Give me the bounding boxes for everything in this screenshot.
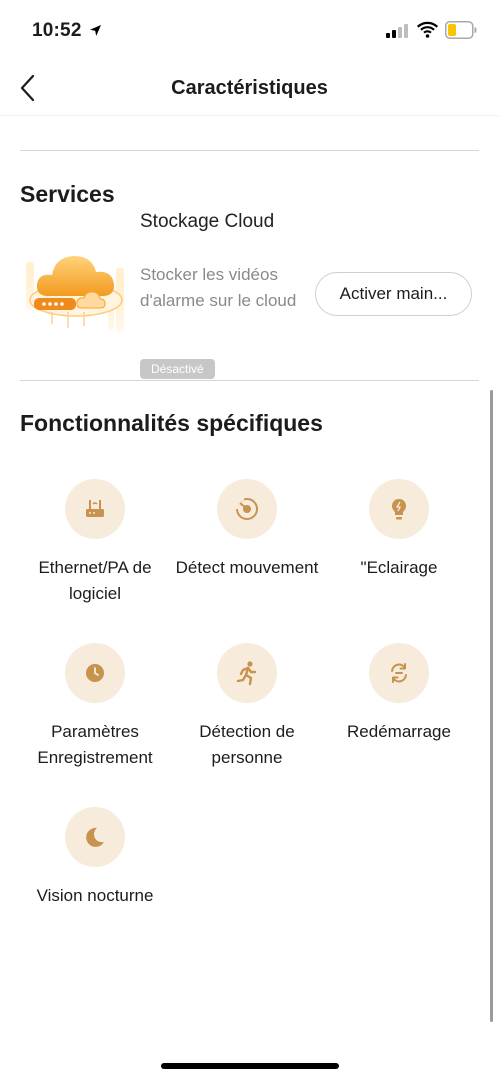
feature-icon-bg (65, 643, 125, 703)
status-badge: Désactivé (140, 359, 215, 379)
scrollbar[interactable] (490, 390, 493, 1022)
feature-label: Détect mouvement (175, 558, 319, 577)
restart-icon (391, 663, 407, 683)
motion-detect-icon (235, 497, 258, 520)
status-bar: 10:52 (0, 0, 499, 62)
feature-ethernet[interactable]: Ethernet/PA de logiciel (17, 479, 173, 607)
wifi-icon (417, 21, 438, 38)
status-time: 10:52 (32, 20, 82, 41)
feature-label: Ethernet/PA de logiciel (38, 558, 152, 603)
cellular-signal-icon (386, 24, 408, 38)
feature-icon-bg (217, 479, 277, 539)
feature-icon-bg (65, 807, 125, 867)
moon-icon (86, 827, 104, 847)
activate-cloud-button[interactable]: Activer main... (315, 272, 472, 316)
battery-icon (445, 21, 477, 39)
feature-label: "Eclairage (360, 558, 438, 577)
cloud-storage-name: Stockage Cloud (140, 211, 275, 232)
home-indicator[interactable] (161, 1063, 339, 1069)
feature-night-vision[interactable]: Vision nocturne (17, 807, 173, 909)
feature-restart[interactable]: Redémarrage (321, 643, 477, 745)
cloud-storage-icon (26, 256, 124, 332)
feature-person-detect[interactable]: Détection de personne (169, 643, 325, 771)
feature-recording-settings[interactable]: Paramètres Enregistrement (17, 643, 173, 771)
feature-label: Vision nocturne (36, 886, 154, 905)
divider (20, 380, 479, 381)
page-title: Caractéristiques (171, 77, 328, 99)
cloud-storage-description: Stocker les vidéos d'alarme sur le cloud (140, 265, 297, 310)
lightbulb-icon (392, 499, 406, 520)
feature-label: Paramètres Enregistrement (37, 722, 153, 767)
feature-icon-bg (369, 643, 429, 703)
feature-icon-bg (369, 479, 429, 539)
nav-bar: Caractéristiques (0, 62, 499, 116)
features-title: Fonctionnalités spécifiques (20, 410, 323, 436)
running-person-icon (236, 661, 257, 686)
location-arrow-icon (90, 25, 101, 36)
feature-label: Redémarrage (347, 722, 451, 741)
services-title: Services (20, 181, 115, 207)
clock-icon (86, 664, 104, 682)
feature-icon-bg (217, 643, 277, 703)
divider (20, 150, 479, 151)
feature-lighting[interactable]: "Eclairage (321, 479, 477, 581)
feature-motion-detect[interactable]: Détect mouvement (169, 479, 325, 581)
router-icon (86, 500, 104, 517)
feature-label: Détection de personne (199, 722, 295, 767)
feature-icon-bg (65, 479, 125, 539)
